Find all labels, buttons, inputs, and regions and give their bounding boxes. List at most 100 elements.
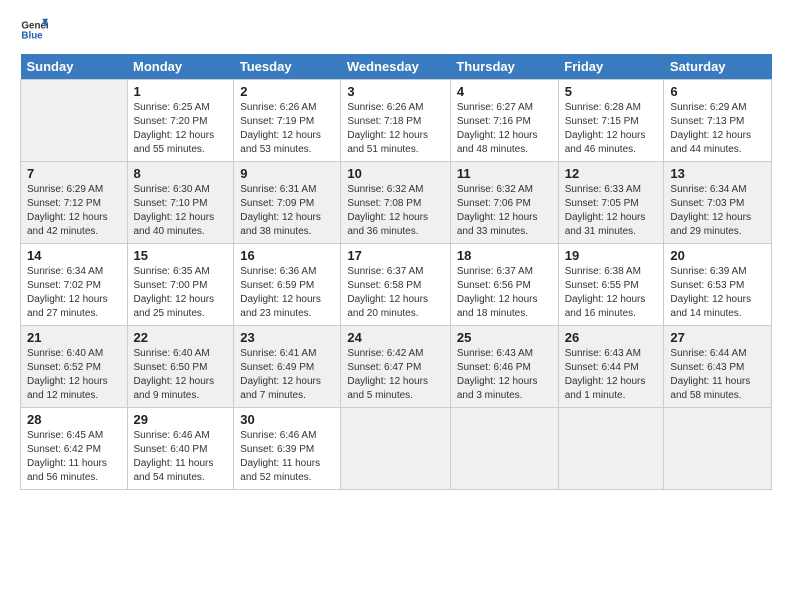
- logo: General Blue: [20, 16, 52, 44]
- day-info: Sunrise: 6:35 AM Sunset: 7:00 PM Dayligh…: [134, 265, 228, 321]
- calendar-cell: 16 Sunrise: 6:36 AM Sunset: 6:59 PM Dayli…: [234, 244, 341, 326]
- day-number: 18: [457, 248, 552, 263]
- calendar-cell: 28 Sunrise: 6:45 AM Sunset: 6:42 PM Dayli…: [21, 408, 128, 490]
- calendar-cell: 1Sunrise: 6:25 AM Sunset: 7:20 PM Daylig…: [127, 80, 234, 162]
- calendar-cell: 6Sunrise: 6:29 AM Sunset: 7:13 PM Daylig…: [664, 80, 772, 162]
- calendar-body: 1Sunrise: 6:25 AM Sunset: 7:20 PM Daylig…: [21, 80, 772, 490]
- calendar-cell: 25Sunrise: 6:43 AM Sunset: 6:46 PM Dayli…: [450, 326, 558, 408]
- page-header: General Blue: [20, 16, 772, 44]
- day-info: Sunrise: 6:42 AM Sunset: 6:47 PM Dayligh…: [347, 347, 444, 403]
- day-info: Sunrise: 6:44 AM Sunset: 6:43 PM Dayligh…: [670, 347, 765, 403]
- calendar-cell: 23 Sunrise: 6:41 AM Sunset: 6:49 PM Dayli…: [234, 326, 341, 408]
- calendar-cell: 30 Sunrise: 6:46 AM Sunset: 6:39 PM Dayli…: [234, 408, 341, 490]
- calendar-cell: 18 Sunrise: 6:37 AM Sunset: 6:56 PM Dayli…: [450, 244, 558, 326]
- day-info: Sunrise: 6:28 AM Sunset: 7:15 PM Dayligh…: [565, 101, 658, 157]
- day-number: 2: [240, 84, 334, 99]
- day-info: Sunrise: 6:40 AM Sunset: 6:50 PM Dayligh…: [134, 347, 228, 403]
- calendar-cell: 17 Sunrise: 6:37 AM Sunset: 6:58 PM Dayli…: [341, 244, 451, 326]
- day-number: 25: [457, 330, 552, 345]
- day-info: Sunrise: 6:38 AM Sunset: 6:55 PM Dayligh…: [565, 265, 658, 321]
- day-info: Sunrise: 6:33 AM Sunset: 7:05 PM Dayligh…: [565, 183, 658, 239]
- day-number: 29: [134, 412, 228, 427]
- day-number: 9: [240, 166, 334, 181]
- day-header-thursday: Thursday: [450, 54, 558, 80]
- calendar-cell: 14 Sunrise: 6:34 AM Sunset: 7:02 PM Dayli…: [21, 244, 128, 326]
- calendar-cell: 29 Sunrise: 6:46 AM Sunset: 6:40 PM Dayli…: [127, 408, 234, 490]
- calendar-cell: 22 Sunrise: 6:40 AM Sunset: 6:50 PM Dayli…: [127, 326, 234, 408]
- day-number: 19: [565, 248, 658, 263]
- day-number: 30: [240, 412, 334, 427]
- calendar-cell: 5 Sunrise: 6:28 AM Sunset: 7:15 PM Daylig…: [558, 80, 664, 162]
- calendar-cell: 20 Sunrise: 6:39 AM Sunset: 6:53 PM Dayli…: [664, 244, 772, 326]
- day-number: 26: [565, 330, 658, 345]
- day-number: 16: [240, 248, 334, 263]
- logo-icon: General Blue: [20, 16, 48, 44]
- day-number: 12: [565, 166, 658, 181]
- calendar-cell: [664, 408, 772, 490]
- calendar-week-2: 7Sunrise: 6:29 AM Sunset: 7:12 PM Daylig…: [21, 162, 772, 244]
- calendar-cell: 8 Sunrise: 6:30 AM Sunset: 7:10 PM Daylig…: [127, 162, 234, 244]
- calendar-cell: [558, 408, 664, 490]
- day-info: Sunrise: 6:29 AM Sunset: 7:12 PM Dayligh…: [27, 183, 121, 239]
- calendar-cell: 24 Sunrise: 6:42 AM Sunset: 6:47 PM Dayli…: [341, 326, 451, 408]
- day-info: Sunrise: 6:41 AM Sunset: 6:49 PM Dayligh…: [240, 347, 334, 403]
- day-info: Sunrise: 6:32 AM Sunset: 7:08 PM Dayligh…: [347, 183, 444, 239]
- day-info: Sunrise: 6:45 AM Sunset: 6:42 PM Dayligh…: [27, 429, 121, 485]
- calendar-table: SundayMondayTuesdayWednesdayThursdayFrid…: [20, 54, 772, 490]
- day-number: 1: [134, 84, 228, 99]
- day-number: 10: [347, 166, 444, 181]
- day-number: 5: [565, 84, 658, 99]
- day-number: 27: [670, 330, 765, 345]
- calendar-cell: 13Sunrise: 6:34 AM Sunset: 7:03 PM Dayli…: [664, 162, 772, 244]
- day-number: 23: [240, 330, 334, 345]
- day-header-saturday: Saturday: [664, 54, 772, 80]
- day-header-friday: Friday: [558, 54, 664, 80]
- day-info: Sunrise: 6:30 AM Sunset: 7:10 PM Dayligh…: [134, 183, 228, 239]
- day-info: Sunrise: 6:32 AM Sunset: 7:06 PM Dayligh…: [457, 183, 552, 239]
- day-info: Sunrise: 6:31 AM Sunset: 7:09 PM Dayligh…: [240, 183, 334, 239]
- day-number: 22: [134, 330, 228, 345]
- day-info: Sunrise: 6:37 AM Sunset: 6:58 PM Dayligh…: [347, 265, 444, 321]
- day-number: 17: [347, 248, 444, 263]
- day-header-monday: Monday: [127, 54, 234, 80]
- day-number: 4: [457, 84, 552, 99]
- calendar-week-5: 28 Sunrise: 6:45 AM Sunset: 6:42 PM Dayli…: [21, 408, 772, 490]
- svg-text:Blue: Blue: [21, 30, 43, 41]
- day-info: Sunrise: 6:39 AM Sunset: 6:53 PM Dayligh…: [670, 265, 765, 321]
- calendar-cell: 10 Sunrise: 6:32 AM Sunset: 7:08 PM Dayli…: [341, 162, 451, 244]
- day-number: 13: [670, 166, 765, 181]
- day-info: Sunrise: 6:43 AM Sunset: 6:44 PM Dayligh…: [565, 347, 658, 403]
- day-number: 28: [27, 412, 121, 427]
- day-info: Sunrise: 6:36 AM Sunset: 6:59 PM Dayligh…: [240, 265, 334, 321]
- calendar-cell: 21Sunrise: 6:40 AM Sunset: 6:52 PM Dayli…: [21, 326, 128, 408]
- day-number: 21: [27, 330, 121, 345]
- day-info: Sunrise: 6:46 AM Sunset: 6:40 PM Dayligh…: [134, 429, 228, 485]
- calendar-cell: 9 Sunrise: 6:31 AM Sunset: 7:09 PM Daylig…: [234, 162, 341, 244]
- calendar-cell: 27 Sunrise: 6:44 AM Sunset: 6:43 PM Dayli…: [664, 326, 772, 408]
- calendar-cell: 19 Sunrise: 6:38 AM Sunset: 6:55 PM Dayli…: [558, 244, 664, 326]
- calendar-cell: 26 Sunrise: 6:43 AM Sunset: 6:44 PM Dayli…: [558, 326, 664, 408]
- day-header-sunday: Sunday: [21, 54, 128, 80]
- day-header-tuesday: Tuesday: [234, 54, 341, 80]
- calendar-week-3: 14 Sunrise: 6:34 AM Sunset: 7:02 PM Dayli…: [21, 244, 772, 326]
- calendar-cell: [21, 80, 128, 162]
- calendar-cell: [450, 408, 558, 490]
- calendar-cell: 15 Sunrise: 6:35 AM Sunset: 7:00 PM Dayli…: [127, 244, 234, 326]
- day-info: Sunrise: 6:46 AM Sunset: 6:39 PM Dayligh…: [240, 429, 334, 485]
- calendar-cell: 7Sunrise: 6:29 AM Sunset: 7:12 PM Daylig…: [21, 162, 128, 244]
- day-number: 14: [27, 248, 121, 263]
- day-info: Sunrise: 6:27 AM Sunset: 7:16 PM Dayligh…: [457, 101, 552, 157]
- calendar-cell: 12 Sunrise: 6:33 AM Sunset: 7:05 PM Dayli…: [558, 162, 664, 244]
- calendar-week-4: 21Sunrise: 6:40 AM Sunset: 6:52 PM Dayli…: [21, 326, 772, 408]
- day-header-wednesday: Wednesday: [341, 54, 451, 80]
- day-info: Sunrise: 6:26 AM Sunset: 7:18 PM Dayligh…: [347, 101, 444, 157]
- day-number: 11: [457, 166, 552, 181]
- day-number: 15: [134, 248, 228, 263]
- day-info: Sunrise: 6:37 AM Sunset: 6:56 PM Dayligh…: [457, 265, 552, 321]
- day-number: 6: [670, 84, 765, 99]
- day-number: 24: [347, 330, 444, 345]
- day-number: 8: [134, 166, 228, 181]
- day-number: 20: [670, 248, 765, 263]
- day-number: 3: [347, 84, 444, 99]
- day-info: Sunrise: 6:34 AM Sunset: 7:02 PM Dayligh…: [27, 265, 121, 321]
